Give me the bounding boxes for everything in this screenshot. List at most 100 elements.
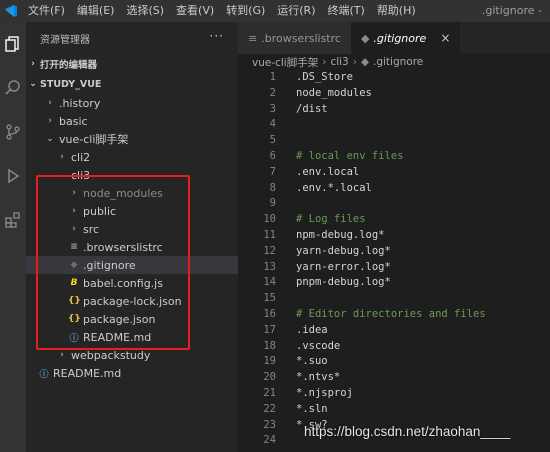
- git-file-icon: ◆: [360, 31, 370, 45]
- chevron-right-icon: ›: [352, 56, 357, 68]
- explorer-icon[interactable]: [0, 22, 26, 66]
- line-number: 16: [263, 307, 276, 320]
- breadcrumb-item[interactable]: cli3: [330, 56, 348, 68]
- code-line: 12 yarn-debug.log*: [238, 244, 550, 260]
- close-icon[interactable]: ×: [440, 31, 450, 45]
- line-number: 2: [269, 86, 276, 99]
- line-number: 3: [269, 102, 276, 115]
- code-line: 13 yarn-error.log*: [238, 260, 550, 276]
- more-actions-icon[interactable]: ···: [210, 29, 224, 43]
- activity-bar: [0, 22, 26, 452]
- breadcrumb-item[interactable]: vue-cli脚手架: [252, 55, 318, 70]
- project-label: STUDY_VUE: [40, 78, 102, 90]
- code-line: 5: [238, 133, 550, 149]
- git-file-icon: ◆: [360, 56, 370, 68]
- watermark: https://blog.csdn.net/zhaohan____: [304, 424, 511, 439]
- menu-terminal[interactable]: 终端(T): [322, 0, 371, 22]
- extensions-icon[interactable]: [0, 198, 26, 242]
- line-number: 7: [269, 165, 276, 178]
- code-text: *.sln: [296, 402, 328, 415]
- chevron-right-icon: ›: [48, 98, 52, 108]
- tab-label: .browserslistrc: [261, 31, 341, 45]
- code-line: 14 pnpm-debug.log*: [238, 275, 550, 291]
- tree-folder-item[interactable]: › basic: [26, 112, 238, 130]
- code-line: 2 node_modules: [238, 86, 550, 102]
- code-line: 7 .env.local: [238, 165, 550, 181]
- line-number: 17: [263, 323, 276, 336]
- code-text: pnpm-debug.log*: [296, 276, 391, 289]
- line-number: 10: [263, 213, 276, 226]
- code-line: 18 .vscode: [238, 339, 550, 355]
- code-line: 21 *.njsproj: [238, 386, 550, 402]
- code-line: 20 *.ntvs*: [238, 370, 550, 386]
- code-text: # local env files: [296, 149, 404, 162]
- run-debug-icon[interactable]: [0, 154, 26, 198]
- menu-run[interactable]: 运行(R): [271, 0, 321, 22]
- code-text: .env.local: [296, 165, 360, 178]
- chevron-right-icon: ›: [60, 350, 64, 360]
- code-text: yarn-debug.log*: [296, 244, 391, 257]
- breadcrumb: vue-cli脚手架 › cli3 › ◆ .gitignore: [238, 54, 550, 70]
- code-text: *.njsproj: [296, 386, 353, 399]
- line-number: 8: [269, 181, 276, 194]
- code-line: 3/dist: [238, 102, 550, 118]
- menu-go[interactable]: 转到(G): [220, 0, 271, 22]
- window-title: .gitignore -: [481, 4, 542, 17]
- title-bar: 文件(F) 编辑(E) 选择(S) 查看(V) 转到(G) 运行(R) 终端(T…: [0, 0, 550, 22]
- code-line: 17 .idea: [238, 323, 550, 339]
- chevron-down-icon: ⌄: [29, 79, 37, 89]
- code-line: 1 .DS_Store: [238, 70, 550, 86]
- tab-browserslistrc[interactable]: ≡ .browserslistrc: [238, 22, 351, 54]
- tree-item-label: cli2: [71, 150, 91, 164]
- line-number: 23: [263, 418, 276, 431]
- chevron-down-icon: ⌄: [46, 134, 54, 144]
- project-section[interactable]: ⌄ STUDY_VUE: [26, 74, 238, 94]
- explorer-header: 资源管理器 ···: [26, 22, 238, 54]
- tab-label: .gitignore: [373, 31, 427, 45]
- chevron-right-icon: ›: [322, 56, 327, 68]
- line-number: 22: [263, 402, 276, 415]
- breadcrumb-item[interactable]: .gitignore: [373, 56, 423, 68]
- code-text: # Log files: [296, 213, 366, 226]
- code-text: node_modules: [296, 86, 372, 99]
- tree-item-label: basic: [59, 114, 88, 128]
- code-text: /dist: [296, 102, 328, 115]
- tree-file-item[interactable]: ⓘ README.md: [26, 364, 238, 382]
- menu-edit[interactable]: 编辑(E): [71, 0, 121, 22]
- source-control-icon[interactable]: [0, 110, 26, 154]
- line-number: 18: [263, 339, 276, 352]
- code-text: .idea: [296, 323, 328, 336]
- line-number: 9: [269, 197, 276, 210]
- line-number: 4: [269, 118, 276, 131]
- line-number: 21: [263, 386, 276, 399]
- menu-help[interactable]: 帮助(H): [371, 0, 422, 22]
- line-number: 1: [269, 71, 276, 83]
- tree-folder-item[interactable]: › cli2: [26, 148, 238, 166]
- tab-gitignore[interactable]: ◆ .gitignore ×: [350, 22, 461, 54]
- code-line: 8 .env.*.local: [238, 181, 550, 197]
- menu-view[interactable]: 查看(V): [170, 0, 220, 22]
- code-text: # Editor directories and files: [296, 307, 486, 320]
- line-number: 6: [269, 149, 276, 162]
- code-line: 22 *.sln: [238, 402, 550, 418]
- tree-item-label: .history: [59, 96, 101, 110]
- code-line: 15: [238, 291, 550, 307]
- menu-selection[interactable]: 选择(S): [120, 0, 170, 22]
- menu-file[interactable]: 文件(F): [22, 0, 71, 22]
- tree-item-label: vue-cli脚手架: [59, 133, 129, 146]
- explorer-title: 资源管理器: [40, 34, 90, 46]
- code-text: .vscode: [296, 339, 341, 352]
- file-type-icon: ⓘ: [39, 369, 49, 380]
- chevron-right-icon: ›: [60, 152, 64, 162]
- search-icon[interactable]: [0, 66, 26, 110]
- code-editor[interactable]: 1 .DS_Store 2 node_modules 3/dist 4 5 6 # local …: [238, 70, 550, 452]
- editor-tabs: ≡ .browserslistrc ◆ .gitignore ×: [238, 22, 550, 54]
- code-line: 19 *.suo: [238, 354, 550, 370]
- tree-folder-item[interactable]: ⌄ vue-cli脚手架: [26, 130, 238, 148]
- tree-folder-item[interactable]: › .history: [26, 94, 238, 112]
- chevron-right-icon: ›: [48, 116, 52, 126]
- code-text: yarn-error.log*: [296, 260, 391, 273]
- open-editors-section[interactable]: › 打开的编辑器: [26, 54, 238, 74]
- line-number: 5: [269, 134, 276, 147]
- menu-bar: 文件(F) 编辑(E) 选择(S) 查看(V) 转到(G) 运行(R) 终端(T…: [22, 0, 422, 22]
